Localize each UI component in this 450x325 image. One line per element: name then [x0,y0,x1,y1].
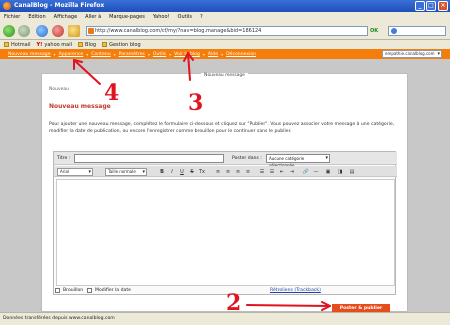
close-window-button[interactable]: × [438,1,448,11]
navigation-toolbar: http://www.canalblog.com/cf/my/?nav=blog… [0,22,450,40]
nav-aide[interactable]: Aide [208,52,218,57]
align-left-icon[interactable]: ≡ [214,168,222,176]
nav-deconnexion[interactable]: Déconnexion [226,52,256,57]
firefox-icon [3,2,11,10]
menu-bar: Fichier Edition Affichage Aller à Marque… [0,12,450,22]
status-text: Données transférées depuis www.canalblog… [3,316,115,321]
outdent-icon[interactable]: ⇤ [278,168,286,176]
menu-help[interactable]: ? [200,14,203,20]
panel-header: Nouveau message [41,72,408,78]
size-select[interactable]: Taille normale [105,168,147,176]
nav-apparence[interactable]: Apparence [59,52,84,57]
trackback-link[interactable]: Rétroliens (Trackback) [270,288,321,293]
bookmark-icon [4,42,9,47]
url-input[interactable]: http://www.canalblog.com/cf/my/?nav=blog… [86,26,368,36]
numbered-list-icon[interactable]: ☰ [268,168,276,176]
align-center-icon[interactable]: ≡ [224,168,232,176]
menu-affichage[interactable]: Affichage [54,14,78,20]
link-icon[interactable]: 🔗 [302,168,310,176]
window-title: CanalBlog - Mozilla Firefox [14,2,105,9]
title-input[interactable] [74,154,224,163]
image-icon[interactable]: ▣ [324,168,332,176]
page-title: Nouveau message [49,103,111,110]
bookmark-hotmail[interactable]: Hotmail [4,42,31,48]
horizontal-rule-icon[interactable]: — [312,168,320,176]
justify-icon[interactable]: ≡ [244,168,252,176]
menu-yahoo[interactable]: Yahoo! [153,14,170,20]
reload-icon[interactable] [36,25,48,37]
font-select[interactable]: Arial [57,168,93,176]
yahoo-icon: Y! [36,41,43,48]
indent-icon[interactable]: ⇥ [288,168,296,176]
breadcrumb: Nouveau [49,87,70,92]
modify-date-label: Modifier la date [95,288,131,293]
blog-select[interactable]: empathie.canalblog.com [382,50,442,58]
modify-date-checkbox[interactable] [87,288,92,293]
nav-voir-le-blog[interactable]: Voir le blog [174,52,200,57]
bookmark-yahoo-mail[interactable]: Y! yahoo mail [37,42,73,48]
annotation-number-4: 4 [104,80,120,106]
category-select[interactable]: Aucune catégorie sélectionnée [266,154,330,168]
annotation-number-2: 2 [226,290,242,316]
menu-marque-pages[interactable]: Marque-pages [109,14,145,20]
annotation-number-3: 3 [188,90,204,116]
nav-outils[interactable]: Outils [153,52,166,57]
bookmark-icon [78,42,84,47]
bold-icon[interactable]: B [158,168,166,176]
strikethrough-icon[interactable]: S [188,168,196,176]
align-right-icon[interactable]: ≡ [234,168,242,176]
maximize-button[interactable]: □ [426,1,436,11]
category-label: Poster dans : [232,156,262,161]
blog-admin-nav: Nouveau message ▾ Apparence ▾ Contenu ▾ Par… [0,49,450,59]
bullet-list-icon[interactable]: ☰ [258,168,266,176]
search-input[interactable] [388,26,446,36]
menu-edition[interactable]: Edition [28,14,45,20]
window-titlebar: CanalBlog - Mozilla Firefox _ □ × [0,0,450,12]
nav-nouveau-message[interactable]: Nouveau message [8,52,51,57]
underline-icon[interactable]: U [178,168,186,176]
draft-checkbox[interactable] [55,288,60,293]
intro-text: Pour ajouter une nouveau message, complé… [49,122,395,134]
editor-header: Titre : Poster dans : Aucune catégorie s… [54,152,397,168]
status-bar: Données transférées depuis www.canalblog… [0,312,450,325]
url-text: http://www.canalblog.com/cf/my/?nav=blog… [95,28,262,34]
back-icon[interactable] [3,25,15,37]
table-icon[interactable]: ▤ [348,168,356,176]
bookmark-icon [102,42,108,47]
go-button[interactable]: OK [370,26,386,36]
bookmark-blog[interactable]: Blog [78,42,96,48]
formatting-toolbar: Arial Taille normale B I U S Tx ≡ ≡ ≡ ≡ … [54,166,397,177]
nav-parametres[interactable]: Paramètres [119,52,145,57]
title-label: Titre : [57,156,71,161]
menu-aller[interactable]: Aller à [85,14,101,20]
minimize-button[interactable]: _ [415,1,425,11]
post-body-textarea[interactable] [56,179,395,286]
bookmark-gestion-blog[interactable]: Gestion blog [102,42,141,48]
forward-icon[interactable] [18,25,30,37]
bookmarks-bar: Hotmail Y! yahoo mail Blog Gestion blog [0,40,450,49]
menu-fichier[interactable]: Fichier [4,14,20,20]
nav-contenu[interactable]: Contenu [91,52,110,57]
search-engine-icon [391,28,397,34]
media-icon[interactable]: ◨ [336,168,344,176]
editor-footer: Brouillon Modifier la date Rétroliens (T… [53,287,396,296]
clear-format-icon[interactable]: Tx [198,168,206,176]
post-editor: Titre : Poster dans : Aucune catégorie s… [53,151,397,295]
italic-icon[interactable]: I [168,168,176,176]
draft-label: Brouillon [63,288,84,293]
menu-outils[interactable]: Outils [178,14,192,20]
favicon-icon [88,28,94,34]
stop-icon[interactable] [52,25,64,37]
home-icon[interactable] [68,25,80,37]
